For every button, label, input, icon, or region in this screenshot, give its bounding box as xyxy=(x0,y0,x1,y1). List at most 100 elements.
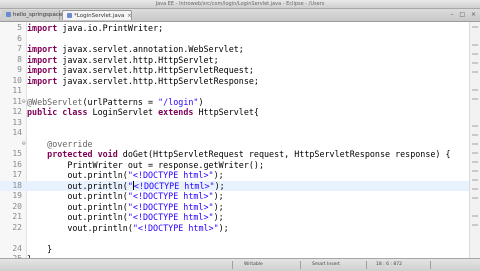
code-token: LoginServlet xyxy=(87,107,159,117)
code-token: ); xyxy=(213,201,224,212)
code-text: import java.io.PrintWriter; xyxy=(27,23,163,34)
code-line[interactable]: 9 import javax.servlet.http.HttpServletRe… xyxy=(0,65,470,76)
line-number: 19 xyxy=(12,191,22,200)
code-line[interactable]: 24 } xyxy=(0,244,470,255)
code-line[interactable]: 14 xyxy=(0,128,470,139)
code-line[interactable]: 11 ⊖ @WebServlet(urlPatterns = "/login") xyxy=(0,97,470,108)
code-text: out.println("<!DOCTYPE html>"); xyxy=(27,212,224,223)
minimize-button[interactable]: – xyxy=(450,11,453,18)
line-number: 15 xyxy=(12,149,22,158)
overview-mark xyxy=(472,98,478,100)
code-token: out.println( xyxy=(27,180,128,191)
code-token: ); xyxy=(218,222,229,233)
code-line[interactable]: 22 vout.println("<!DOCTYPE html>"); xyxy=(0,223,470,234)
code-line[interactable]: 5 import java.io.PrintWriter; xyxy=(0,23,470,34)
code-text: import javax.servlet.http.HttpServletRes… xyxy=(27,76,259,87)
line-number: 21 xyxy=(12,212,22,221)
overview-mark xyxy=(472,125,478,127)
line-number: 16 xyxy=(12,159,22,169)
code-text: out.println("<!DOCTYPE html>"); xyxy=(27,201,224,213)
overview-mark xyxy=(472,26,478,28)
code-token: ); xyxy=(213,212,224,222)
code-line[interactable]: 11 xyxy=(0,86,470,97)
code-line[interactable]: 18 out.println("<!DOCTYPE html>"); xyxy=(0,180,470,191)
code-token: "<!DOCTYPE html>" xyxy=(127,170,214,180)
code-line[interactable]: 20 out.println("<!DOCTYPE html>"); xyxy=(0,202,470,213)
line-number: 7 xyxy=(17,44,22,53)
window-title-bar: Java EE - Introweb/src/com/login/LoginSe… xyxy=(0,0,480,9)
status-separator xyxy=(366,261,367,269)
overview-mark xyxy=(472,89,478,91)
code-token: javax.servlet.http.HttpServlet; xyxy=(57,54,219,65)
overview-ruler[interactable] xyxy=(469,22,480,258)
close-tab-icon[interactable]: × xyxy=(127,11,131,21)
overview-mark xyxy=(472,188,478,190)
code-editor[interactable]: 5 import java.io.PrintWriter; 6 7 import jav… xyxy=(0,22,470,258)
insert-mode-status: Smart Insert xyxy=(312,262,340,267)
code-line[interactable]: 7 import javax.servlet.annotation.WebServ… xyxy=(0,44,470,55)
code-token: ) xyxy=(198,96,204,107)
code-token: javax.servlet.http.HttpServletRequest; xyxy=(57,65,254,75)
status-separator xyxy=(300,261,301,269)
code-token: vout.println( xyxy=(27,222,133,233)
code-token: ); xyxy=(213,191,224,201)
code-text: vout.println("<!DOCTYPE html>"); xyxy=(27,222,229,234)
code-token: "<!DOCTYPE html>" xyxy=(127,191,214,201)
line-number: 12 xyxy=(12,107,22,116)
maximize-button[interactable]: □ xyxy=(459,11,465,18)
code-line[interactable]: 15 protected void doGet(HttpServletReque… xyxy=(0,149,470,160)
code-token: "/login" xyxy=(158,96,199,107)
code-token: java.io.PrintWriter; xyxy=(57,23,164,33)
code-token: "<!DOCTYPE html>" xyxy=(132,222,219,233)
editor-tab-bar: hello_springspace.xml *LoginServlet.java… xyxy=(0,9,480,22)
code-token: import xyxy=(27,23,58,33)
code-line[interactable] xyxy=(0,233,470,244)
code-token: public class xyxy=(27,107,88,117)
code-text: import javax.servlet.http.HttpServletReq… xyxy=(27,65,254,76)
code-token: import xyxy=(27,44,58,54)
line-number: 20 xyxy=(12,201,22,211)
tab-hello-springspace[interactable]: hello_springspace.xml xyxy=(2,10,74,20)
code-token: javax.servlet.http.HttpServletResponse; xyxy=(57,75,259,86)
cursor-position: 18 : 6 : 872 xyxy=(376,262,402,267)
overview-mark xyxy=(472,53,478,55)
overview-mark xyxy=(472,215,478,217)
code-line[interactable]: 17 out.println("<!DOCTYPE html>"); xyxy=(0,170,470,181)
code-text: @WebServlet(urlPatterns = "/login") xyxy=(27,97,204,108)
code-token: HttpServlet{ xyxy=(193,107,259,117)
overview-mark xyxy=(472,179,478,181)
overview-mark xyxy=(472,71,478,73)
code-token: (urlPatterns = xyxy=(82,96,159,107)
tab-login-servlet[interactable]: *LoginServlet.java × xyxy=(62,10,132,20)
line-number: 17 xyxy=(12,170,22,179)
line-number: 5 xyxy=(17,23,22,32)
code-line[interactable]: 12 public class LoginServlet extends Http… xyxy=(0,107,470,118)
code-line[interactable]: 13 xyxy=(0,118,470,129)
xml-file-icon xyxy=(6,12,11,17)
code-token: @WebServlet xyxy=(27,96,83,107)
code-token: import xyxy=(27,75,58,86)
close-button[interactable]: × xyxy=(471,11,476,18)
code-line[interactable]: 8 import javax.servlet.http.HttpServlet; xyxy=(0,55,470,66)
code-token: out.println( xyxy=(27,170,128,180)
code-token: out.println( xyxy=(27,201,128,212)
code-line[interactable]: ⊖ @override xyxy=(0,139,470,150)
code-line[interactable]: 19 out.println("<!DOCTYPE html>"); xyxy=(0,191,470,202)
code-token: out.println( xyxy=(27,191,128,201)
code-token: <!DOCTYPE html>" xyxy=(133,180,215,191)
code-line[interactable]: 21 out.println("<!DOCTYPE html>"); xyxy=(0,212,470,223)
code-text: } xyxy=(27,244,52,255)
code-line[interactable]: 16 PrintWriter out = response.getWriter(… xyxy=(0,160,470,171)
overview-mark xyxy=(472,143,478,145)
code-line[interactable]: 6 xyxy=(0,34,470,45)
code-line[interactable]: 10 import javax.servlet.http.HttpServletR… xyxy=(0,76,470,87)
overview-mark xyxy=(472,44,478,46)
overview-mark xyxy=(472,197,478,199)
code-token: import xyxy=(27,65,58,75)
code-token: @override xyxy=(27,138,93,149)
code-text: out.println("<!DOCTYPE html>"); xyxy=(27,191,224,202)
writable-status: Writable xyxy=(244,262,263,267)
code-token: extends xyxy=(158,107,194,117)
line-number: 9 xyxy=(17,65,22,74)
